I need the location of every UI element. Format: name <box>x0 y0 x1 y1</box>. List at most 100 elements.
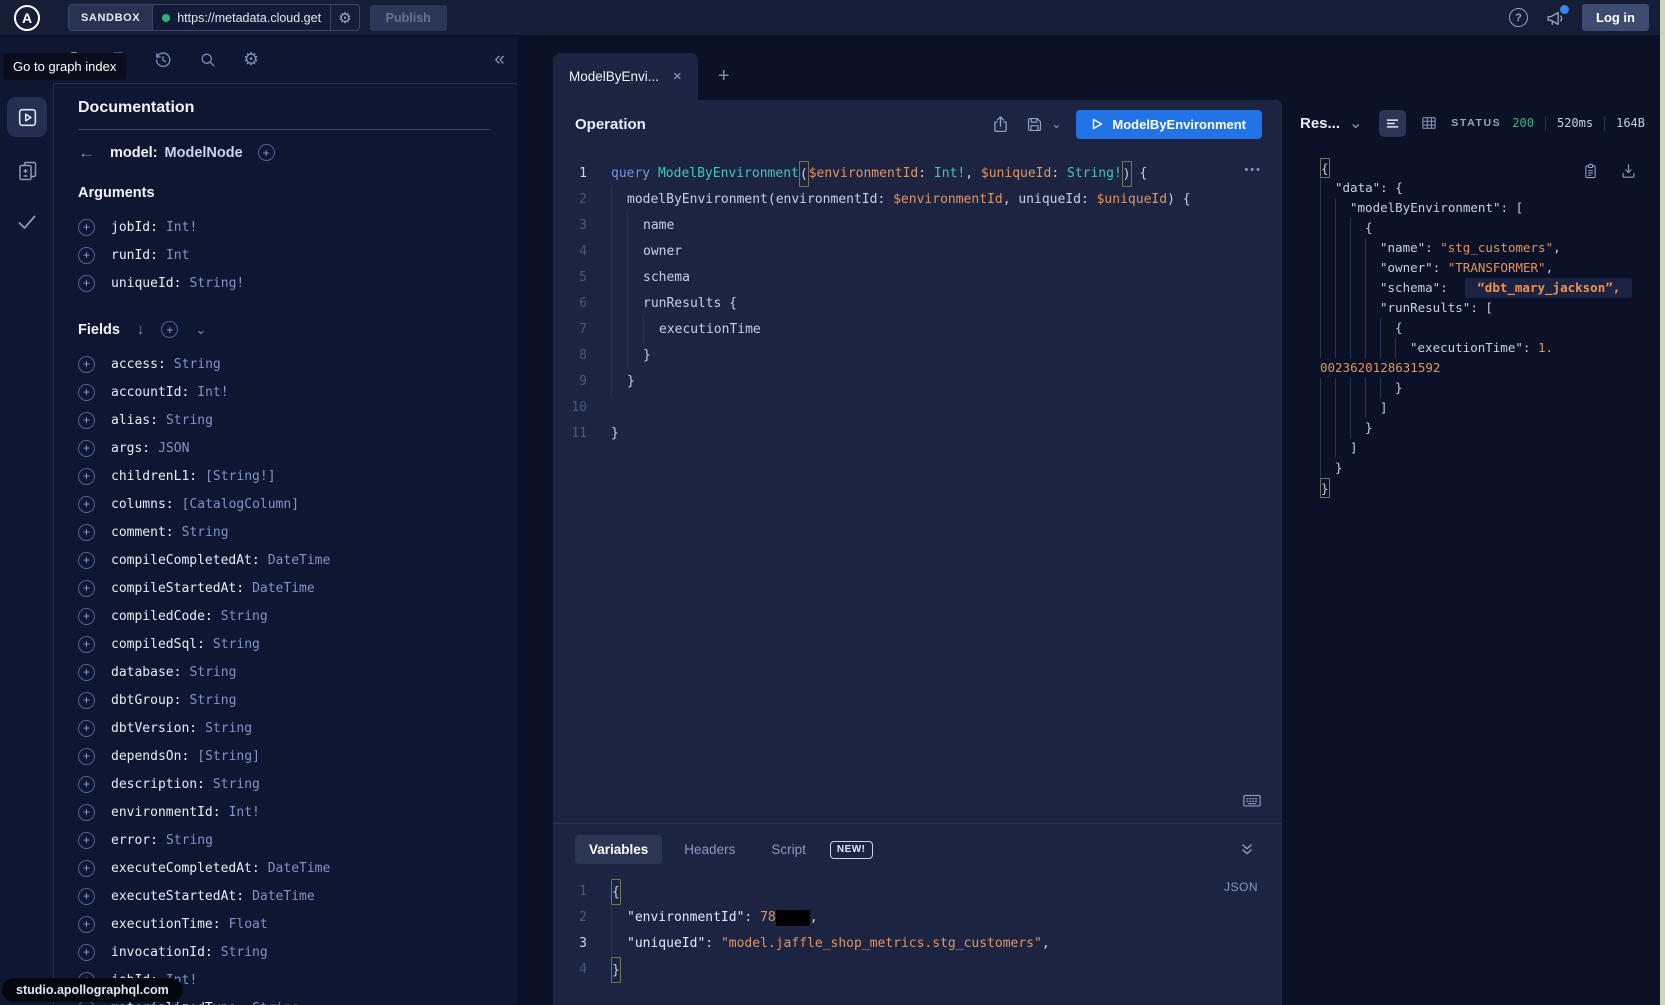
field-type[interactable]: DateTime <box>268 553 331 568</box>
doc-field-row[interactable]: +database:String <box>78 658 491 686</box>
add-field-icon[interactable]: + <box>78 860 95 877</box>
add-field-icon[interactable]: + <box>78 608 95 625</box>
field-type[interactable]: String <box>189 693 236 708</box>
add-field-icon[interactable]: + <box>78 916 95 933</box>
doc-field-row[interactable]: +executeCompletedAt:DateTime <box>78 854 491 882</box>
download-response-icon[interactable] <box>1620 162 1637 180</box>
doc-field-row[interactable]: +childrenL1:[String!] <box>78 462 491 490</box>
doc-field-row[interactable]: +error:String <box>78 826 491 854</box>
doc-field-row[interactable]: +uniqueId:String! <box>78 269 491 297</box>
apollo-logo[interactable]: A <box>0 5 54 31</box>
add-field-icon[interactable]: + <box>78 664 95 681</box>
add-field-icon[interactable]: + <box>78 832 95 849</box>
doc-field-row[interactable]: +jobId:Int! <box>78 213 491 241</box>
add-field-icon[interactable]: + <box>78 776 95 793</box>
back-icon[interactable]: ← <box>78 144 95 161</box>
field-type[interactable]: String <box>213 777 260 792</box>
field-type[interactable]: DateTime <box>252 889 315 904</box>
variables-editor[interactable]: 1{2"environmentId": 78,3"uniqueId": "mod… <box>553 879 1282 983</box>
field-type[interactable]: Int! <box>197 385 228 400</box>
table-view-toggle[interactable] <box>1415 110 1442 137</box>
field-type[interactable]: String! <box>189 276 244 291</box>
doc-field-row[interactable]: +accountId:Int! <box>78 378 491 406</box>
doc-field-row[interactable]: +runId:Int <box>78 241 491 269</box>
field-type[interactable]: DateTime <box>252 581 315 596</box>
add-field-icon[interactable]: + <box>78 524 95 541</box>
field-type[interactable]: [CatalogColumn] <box>182 497 299 512</box>
add-field-icon[interactable]: + <box>78 219 95 236</box>
search-icon[interactable] <box>198 50 218 70</box>
close-tab-icon[interactable]: × <box>673 69 682 84</box>
explorer-nav-item[interactable] <box>7 97 47 137</box>
add-field-icon[interactable]: + <box>78 412 95 429</box>
share-icon[interactable] <box>991 115 1010 134</box>
field-type[interactable]: String <box>182 525 229 540</box>
add-field-icon[interactable]: + <box>78 275 95 292</box>
sandbox-badge[interactable]: SANDBOX <box>69 5 152 30</box>
add-field-icon[interactable]: + <box>78 692 95 709</box>
field-type[interactable]: String <box>221 609 268 624</box>
add-field-icon[interactable]: + <box>78 247 95 264</box>
add-field-icon[interactable]: + <box>78 552 95 569</box>
tab-script[interactable]: Script <box>757 835 820 864</box>
field-type[interactable]: Int! <box>229 805 260 820</box>
history-icon[interactable] <box>153 50 173 70</box>
field-type[interactable]: String <box>221 945 268 960</box>
doc-field-row[interactable]: +compileCompletedAt:DateTime <box>78 546 491 574</box>
doc-field-row[interactable]: +alias:String <box>78 406 491 434</box>
add-field-icon[interactable]: + <box>78 804 95 821</box>
field-type[interactable]: String <box>189 665 236 680</box>
field-type[interactable]: String <box>213 637 260 652</box>
doc-field-row[interactable]: +description:String <box>78 770 491 798</box>
doc-field-row[interactable]: +args:JSON <box>78 434 491 462</box>
operation-editor[interactable]: 1query ModelByEnvironment($environmentId… <box>553 148 1282 823</box>
help-icon[interactable]: ? <box>1509 8 1528 27</box>
response-title[interactable]: Res... <box>1300 115 1340 132</box>
add-field-icon[interactable]: + <box>78 384 95 401</box>
field-type[interactable]: String <box>252 1001 299 1005</box>
sort-icon[interactable]: ↓ <box>137 321 145 338</box>
field-type[interactable]: DateTime <box>268 861 331 876</box>
field-type[interactable]: String <box>166 833 213 848</box>
add-field-icon[interactable]: + <box>78 468 95 485</box>
field-type[interactable]: String <box>205 721 252 736</box>
doc-field-row[interactable]: +comment:String <box>78 518 491 546</box>
add-field-icon[interactable]: + <box>78 356 95 373</box>
operation-tab[interactable]: ModelByEnvi... × <box>553 53 698 100</box>
doc-field-row[interactable]: +compileStartedAt:DateTime <box>78 574 491 602</box>
raw-view-toggle[interactable] <box>1379 110 1406 137</box>
add-field-icon[interactable]: + <box>78 636 95 653</box>
field-type[interactable]: Int! <box>166 220 197 235</box>
doc-field-row[interactable]: +invocationId:String <box>78 938 491 966</box>
login-button[interactable]: Log in <box>1582 4 1649 31</box>
add-field-icon[interactable]: + <box>78 888 95 905</box>
field-type[interactable]: String <box>174 357 221 372</box>
tab-headers[interactable]: Headers <box>670 835 749 864</box>
window-scrollbar[interactable] <box>1660 0 1665 1005</box>
add-field-icon[interactable]: + <box>258 144 275 161</box>
doc-field-row[interactable]: +columns:[CatalogColumn] <box>78 490 491 518</box>
checklist-nav-item[interactable] <box>15 210 39 234</box>
doc-field-row[interactable]: +environmentId:Int! <box>78 798 491 826</box>
tab-variables[interactable]: Variables <box>575 835 662 864</box>
breadcrumb-type[interactable]: ModelNode <box>165 145 243 161</box>
publish-button[interactable]: Publish <box>370 5 447 31</box>
add-all-fields-icon[interactable]: + <box>161 321 178 338</box>
doc-field-row[interactable]: +dependsOn:[String] <box>78 742 491 770</box>
new-tab-icon[interactable]: + <box>718 66 730 86</box>
endpoint-url-field[interactable]: https://metadata.cloud.get <box>152 5 330 30</box>
keyboard-shortcuts-icon[interactable] <box>1242 792 1262 809</box>
field-type[interactable]: String <box>166 413 213 428</box>
save-options-chevron-icon[interactable]: ⌄ <box>1051 117 1061 131</box>
doc-field-row[interactable]: +compiledCode:String <box>78 602 491 630</box>
collapse-panel-icon[interactable]: « <box>494 50 505 69</box>
copy-response-icon[interactable] <box>1582 162 1599 180</box>
doc-field-row[interactable]: +dbtVersion:String <box>78 714 491 742</box>
endpoint-settings-gear-icon[interactable]: ⚙ <box>330 5 358 30</box>
field-type[interactable]: Int <box>166 248 189 263</box>
field-type[interactable]: JSON <box>158 441 189 456</box>
field-type[interactable]: Float <box>229 917 268 932</box>
doc-field-row[interactable]: +executionTime:Float <box>78 910 491 938</box>
add-field-icon[interactable]: + <box>78 720 95 737</box>
settings-gear-icon[interactable]: ⚙ <box>243 49 259 70</box>
